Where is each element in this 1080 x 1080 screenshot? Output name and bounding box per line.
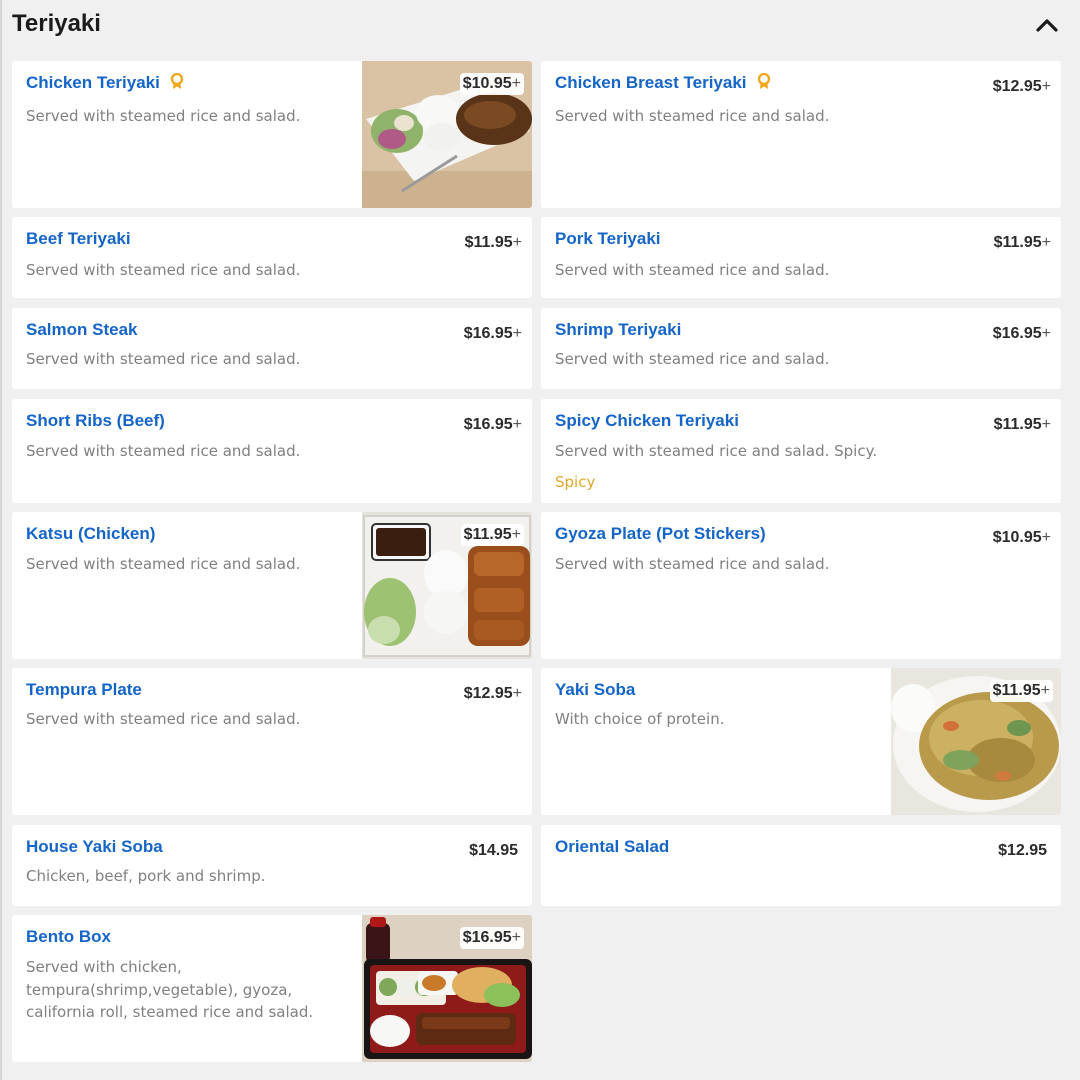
page-border	[0, 0, 2, 1080]
menu-item-price: $11.95+	[993, 416, 1051, 433]
menu-item-name[interactable]: Spicy Chicken Teriyaki	[555, 411, 739, 431]
menu-item-description: Served with steamed rice and salad.	[26, 350, 301, 368]
menu-item-card[interactable]: Chicken Teriyaki Served with steamed ric…	[12, 61, 532, 208]
menu-item-price: $10.95+	[992, 529, 1051, 546]
menu-item-description: Served with steamed rice and salad.	[26, 710, 301, 728]
menu-item-card[interactable]: Short Ribs (Beef) Served with steamed ri…	[12, 399, 532, 503]
menu-item-description: Served with chicken, tempura(shrimp,vege…	[26, 958, 314, 1021]
menu-item-card[interactable]: Bento Box Served with chicken, tempura(s…	[12, 915, 532, 1062]
menu-item-description: Served with steamed rice and salad.	[555, 261, 830, 279]
menu-item-description: Served with steamed rice and salad.	[555, 555, 830, 573]
award-icon	[757, 73, 770, 89]
menu-item-name[interactable]: House Yaki Soba	[26, 837, 163, 857]
menu-item-name[interactable]: Tempura Plate	[26, 680, 142, 700]
menu-item-card[interactable]: Pork Teriyaki Served with steamed rice a…	[541, 217, 1061, 298]
menu-item-name[interactable]: Chicken Breast Teriyaki	[555, 73, 771, 93]
menu-item-price: $16.95+	[992, 325, 1051, 342]
award-icon	[170, 73, 184, 89]
menu-item-name[interactable]: Yaki Soba	[555, 680, 635, 700]
menu-item-name[interactable]: Bento Box	[26, 927, 111, 947]
menu-item-card[interactable]: House Yaki Soba Chicken, beef, pork and …	[12, 825, 532, 906]
spicy-tag: Spicy	[555, 473, 596, 491]
section-title: Teriyaki	[12, 10, 101, 37]
menu-item-price: $14.95	[469, 842, 518, 859]
menu-item-name[interactable]: Oriental Salad	[555, 837, 669, 857]
menu-item-price: $16.95+	[463, 325, 522, 342]
menu-item-name[interactable]: Chicken Teriyaki	[26, 73, 184, 93]
menu-item-name[interactable]: Katsu (Chicken)	[26, 524, 155, 544]
menu-item-description: Served with steamed rice and salad.	[26, 555, 301, 573]
menu-item-description: Served with steamed rice and salad.	[555, 107, 830, 125]
menu-item-card[interactable]: Shrimp Teriyaki Served with steamed rice…	[541, 308, 1061, 389]
menu-item-price: $16.95+	[459, 927, 524, 949]
menu-item-price: $10.95+	[459, 73, 524, 95]
menu-item-name[interactable]: Beef Teriyaki	[26, 229, 131, 249]
menu-item-price: $12.95+	[992, 78, 1051, 95]
menu-item-name[interactable]: Shrimp Teriyaki	[555, 320, 681, 340]
menu-item-name[interactable]: Gyoza Plate (Pot Stickers)	[555, 524, 766, 544]
menu-item-description: Served with steamed rice and salad.	[26, 261, 301, 279]
menu-item-card[interactable]: Yaki Soba With choice of protein. $11.95…	[541, 668, 1061, 815]
menu-item-card[interactable]: Salmon Steak Served with steamed rice an…	[12, 308, 532, 389]
menu-item-description: Served with steamed rice and salad.	[555, 350, 830, 368]
menu-item-price: $11.95+	[993, 234, 1051, 251]
chevron-up-icon	[1036, 19, 1058, 32]
menu-item-name[interactable]: Short Ribs (Beef)	[26, 411, 165, 431]
menu-item-card[interactable]: Gyoza Plate (Pot Stickers) Served with s…	[541, 512, 1061, 659]
menu-item-name[interactable]: Pork Teriyaki	[555, 229, 661, 249]
menu-item-price: $16.95+	[463, 416, 522, 433]
menu-item-price: $11.95+	[464, 234, 522, 251]
menu-item-description: Served with steamed rice and salad. Spic…	[555, 442, 878, 460]
menu-item-price: $12.95+	[463, 685, 522, 702]
menu-item-description: Served with steamed rice and salad.	[26, 107, 301, 125]
menu-item-price: $12.95	[998, 842, 1047, 859]
menu-item-description: Chicken, beef, pork and shrimp.	[26, 867, 266, 885]
section-header: Teriyaki	[12, 8, 1068, 42]
menu-item-card[interactable]: Oriental Salad $12.95	[541, 825, 1061, 906]
menu-item-price: $11.95+	[460, 524, 524, 546]
menu-item-price: $11.95+	[989, 680, 1053, 702]
menu-item-card[interactable]: Spicy Chicken Teriyaki Served with steam…	[541, 399, 1061, 503]
menu-item-card[interactable]: Beef Teriyaki Served with steamed rice a…	[12, 217, 532, 298]
menu-item-card[interactable]: Chicken Breast Teriyaki Served with stea…	[541, 61, 1061, 208]
menu-item-description: With choice of protein.	[555, 710, 725, 728]
menu-item-name[interactable]: Salmon Steak	[26, 320, 138, 340]
menu-item-card[interactable]: Tempura Plate Served with steamed rice a…	[12, 668, 532, 815]
collapse-section-button[interactable]	[1034, 12, 1060, 38]
menu-item-card[interactable]: Katsu (Chicken) Served with steamed rice…	[12, 512, 532, 659]
menu-item-description: Served with steamed rice and salad.	[26, 442, 301, 460]
